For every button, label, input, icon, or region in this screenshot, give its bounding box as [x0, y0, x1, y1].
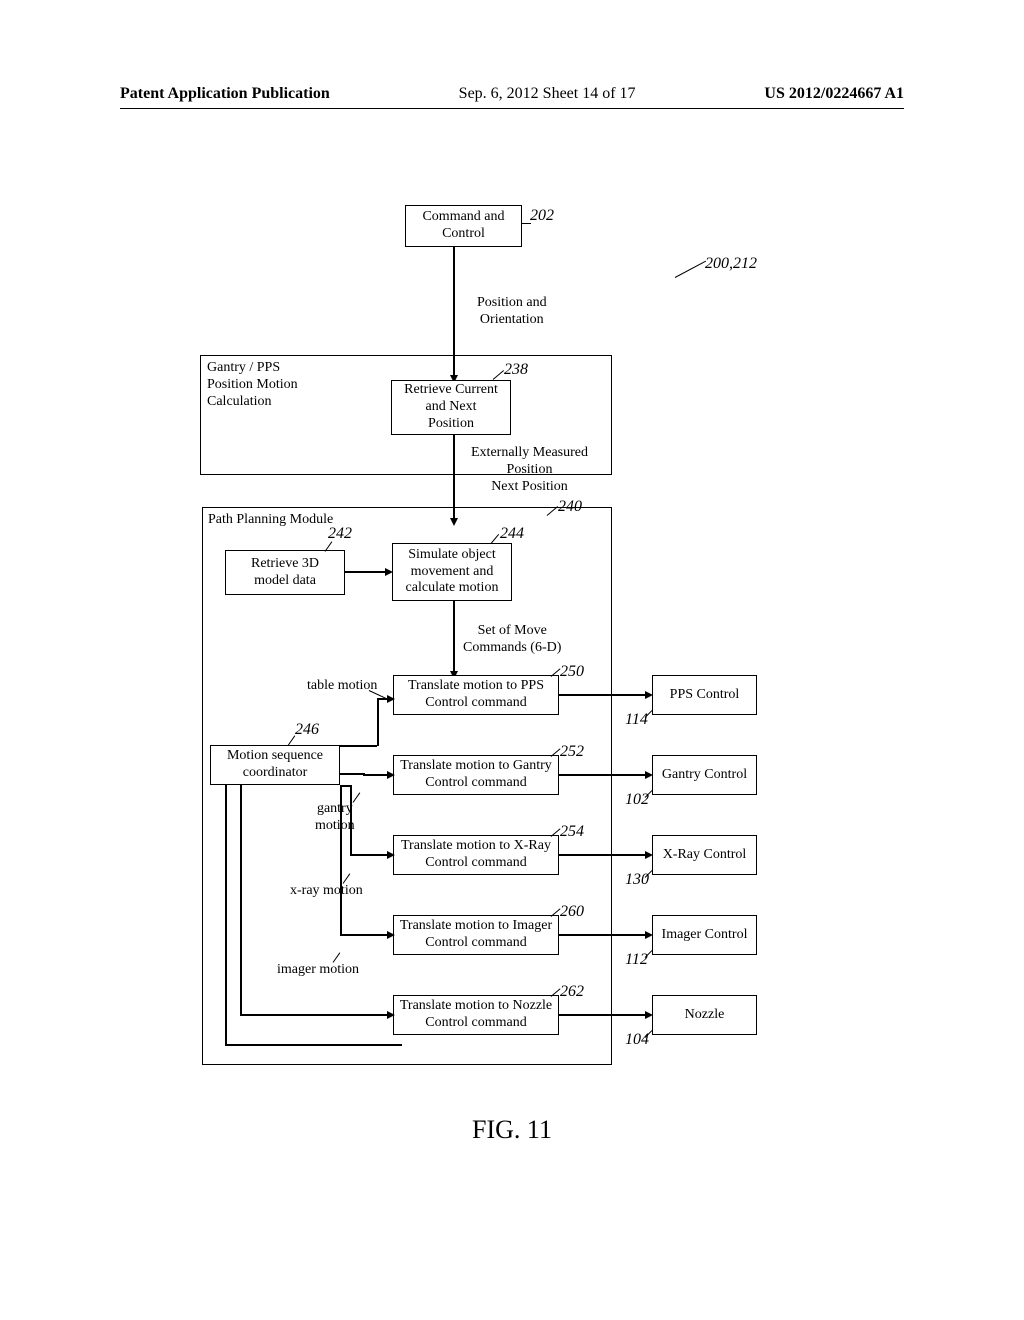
page-header: Patent Application Publication Sep. 6, 2… [0, 85, 1024, 103]
ref-260: 260 [560, 903, 584, 921]
arrow-simulate-down [453, 601, 455, 673]
ref-246: 246 [295, 721, 319, 739]
gantry-control-box: Gantry Control [652, 755, 757, 795]
label-gantry-pps-calc: Gantry / PPS Position Motion Calculation [207, 360, 298, 410]
motion-coord-box: Motion sequence coordinator [210, 745, 340, 785]
coord-imager-v [340, 785, 342, 935]
command-control-box: Command and Control [405, 205, 522, 247]
coord-table-h [377, 698, 389, 700]
coord-xray-h [350, 854, 389, 856]
ref-102: 102 [625, 791, 649, 809]
coord-extra-2 [240, 785, 242, 1015]
coord-imager-h [340, 934, 389, 936]
ref-114: 114 [625, 711, 648, 729]
nozzle-box: Nozzle [652, 995, 757, 1035]
translate-nozzle-box: Translate motion to Nozzle Control comma… [393, 995, 559, 1035]
coord-extra-1 [225, 785, 227, 1045]
translate-pps-box: Translate motion to PPS Control command [393, 675, 559, 715]
label-xray-motion: x-ray motion [290, 883, 363, 900]
ref-202: 202 [530, 207, 554, 225]
coord-xray-v [350, 785, 352, 855]
figure-diagram: Command and Control 202 200,212 Position… [195, 205, 815, 1105]
header-border [120, 108, 904, 109]
coord-extra-1h [225, 1044, 402, 1046]
label-table-motion: table motion [307, 678, 377, 695]
label-gantry-motion: gantry motion [315, 801, 355, 835]
ref-244: 244 [500, 525, 524, 543]
arrow-nozzle [559, 1014, 647, 1016]
header-left: Patent Application Publication [120, 85, 330, 103]
figure-caption: FIG. 11 [0, 1115, 1024, 1145]
ref-238: 238 [504, 361, 528, 379]
coord-gantry-link [340, 773, 363, 775]
pps-control-box: PPS Control [652, 675, 757, 715]
arrow-imager [559, 934, 647, 936]
arrow-gantry [559, 774, 647, 776]
label-path-planning: Path Planning Module [208, 512, 333, 529]
ref-262: 262 [560, 983, 584, 1001]
ref-252: 252 [560, 743, 584, 761]
arrow-xray [559, 854, 647, 856]
label-ext-measured: Externally Measured Position Next Positi… [471, 445, 588, 495]
lead-200 [675, 261, 706, 278]
arrow-3d-simulate [345, 571, 387, 573]
label-set-move: Set of Move Commands (6-D) [463, 623, 561, 657]
ref-130: 130 [625, 871, 649, 889]
coord-gantry-h [363, 774, 389, 776]
ref-254: 254 [560, 823, 584, 841]
ref-104: 104 [625, 1031, 649, 1049]
retrieve-3d-box: Retrieve 3D model data [225, 550, 345, 595]
translate-imager-box: Translate motion to Imager Control comma… [393, 915, 559, 955]
coord-table-link [340, 745, 377, 747]
xray-control-box: X-Ray Control [652, 835, 757, 875]
ref-250: 250 [560, 663, 584, 681]
translate-gantry-box: Translate motion to Gantry Control comma… [393, 755, 559, 795]
retrieve-current-box: Retrieve Current and Next Position [391, 380, 511, 435]
header-right: US 2012/0224667 A1 [764, 85, 904, 103]
lead-202 [522, 223, 531, 224]
ref-200-212: 200,212 [705, 255, 757, 273]
header-center: Sep. 6, 2012 Sheet 14 of 17 [459, 85, 636, 103]
label-position-orient: Position and Orientation [477, 295, 547, 329]
ref-240: 240 [558, 498, 582, 516]
imager-control-box: Imager Control [652, 915, 757, 955]
coord-extra-2h [240, 1014, 389, 1016]
coord-table-v [377, 698, 379, 746]
ref-112: 112 [625, 951, 648, 969]
arrow-pps [559, 694, 647, 696]
simulate-box: Simulate object movement and calculate m… [392, 543, 512, 601]
coord-xray-link [340, 785, 351, 787]
translate-xray-box: Translate motion to X-Ray Control comman… [393, 835, 559, 875]
ref-242: 242 [328, 525, 352, 543]
label-imager-motion: imager motion [277, 962, 359, 979]
